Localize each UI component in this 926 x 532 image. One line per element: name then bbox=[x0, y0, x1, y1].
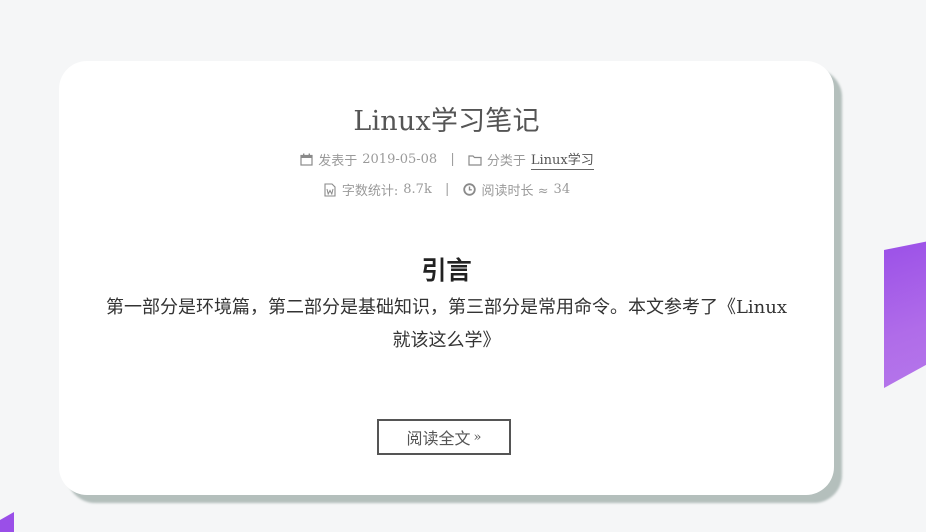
read-more-arrow: » bbox=[473, 429, 482, 445]
section-heading: 引言 bbox=[421, 256, 472, 285]
post-excerpt: 第一部分是环境篇，第二部分是基础知识，第三部分是常用命令。本文参考了《Linux… bbox=[105, 297, 788, 351]
decorative-purple-corner bbox=[0, 512, 14, 532]
calendar-icon bbox=[299, 153, 313, 167]
post-category: 分类于 Linux学习 bbox=[468, 149, 594, 170]
clock-icon bbox=[463, 183, 477, 197]
meta-separator: | bbox=[444, 182, 450, 197]
wordcount-value: 8.7k bbox=[403, 182, 432, 197]
readtime-label: 阅读时长 ≈ bbox=[481, 184, 549, 199]
read-more-label: 阅读全文 bbox=[406, 429, 471, 448]
decorative-purple-shape bbox=[884, 238, 926, 388]
meta-separator: | bbox=[450, 152, 455, 167]
post-stats-row: 字数统计: 8.7k | 阅读时长 ≈ 34 bbox=[59, 180, 834, 199]
file-word-icon bbox=[323, 182, 337, 197]
wordcount-label: 字数统计: bbox=[341, 184, 399, 199]
posted-label: 发表于 bbox=[318, 154, 358, 169]
post-title[interactable]: Linux学习笔记 bbox=[59, 99, 834, 138]
read-more-button[interactable]: 阅读全文 » bbox=[377, 419, 511, 455]
post-meta-row: 发表于 2019-05-08 | 分类于 Linux学习 bbox=[59, 149, 834, 170]
post-date: 发表于 2019-05-08 bbox=[299, 150, 437, 169]
folder-icon bbox=[468, 153, 482, 167]
posted-date: 2019-05-08 bbox=[362, 152, 438, 167]
post-card: Linux学习笔记 发表于 2019-05-08 | 分类于 Linux学习 字… bbox=[59, 61, 834, 495]
readtime-value: 34 bbox=[553, 182, 571, 197]
post-wordcount: 字数统计: 8.7k bbox=[323, 180, 432, 199]
post-readtime: 阅读时长 ≈ 34 bbox=[463, 180, 571, 199]
category-label: 分类于 bbox=[486, 154, 526, 169]
category-link[interactable]: Linux学习 bbox=[530, 149, 594, 170]
